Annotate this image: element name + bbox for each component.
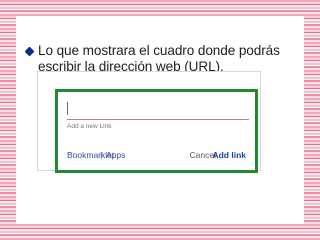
text-cursor: [67, 102, 68, 115]
bullet-text: Lo que mostrara el cuadro donde podrás e…: [38, 43, 280, 74]
apps-link[interactable]: Apps: [106, 150, 125, 160]
add-link-dialog: Add a new Link Bookmarklet | Apps Cancel…: [55, 89, 258, 173]
url-input-hint: Add a new Link: [67, 123, 112, 130]
dialog-actions: Bookmarklet | Apps Cancel Add link: [67, 150, 246, 162]
diamond-bullet-icon: [24, 46, 35, 57]
add-link-button[interactable]: Add link: [212, 150, 246, 160]
url-input[interactable]: [67, 119, 249, 120]
bullet-point: Lo que mostrara el cuadro donde podrás e…: [24, 43, 298, 75]
separator: |: [100, 150, 103, 160]
